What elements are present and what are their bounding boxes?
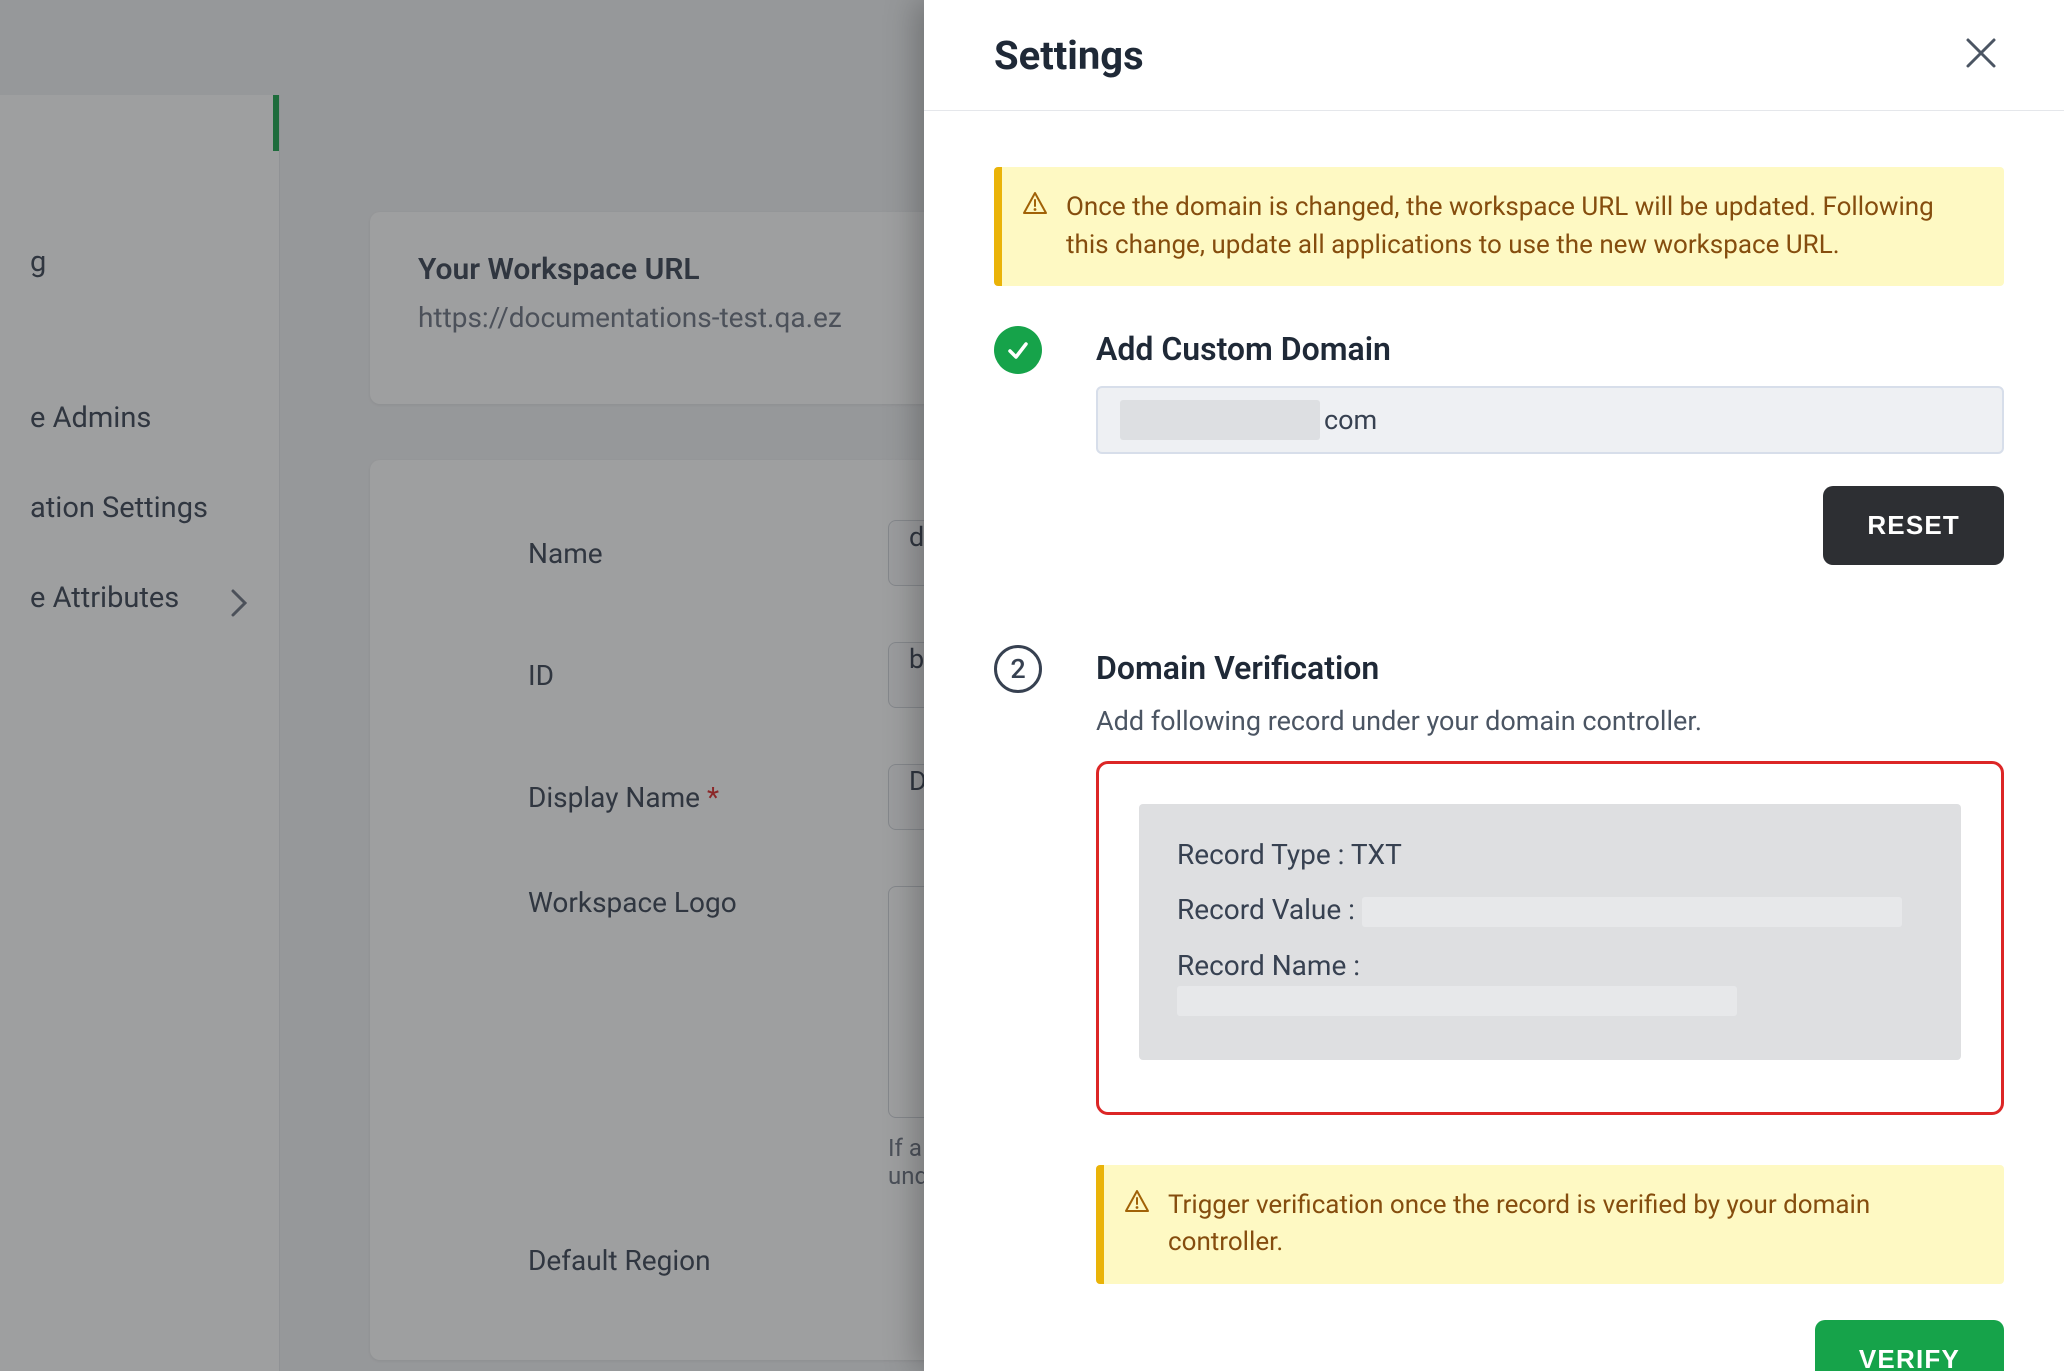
record-type-value: TXT xyxy=(1351,838,1402,871)
verification-trigger-warning: Trigger verification once the record is … xyxy=(1096,1165,2004,1284)
record-type-row: Record Type : TXT xyxy=(1177,838,1923,871)
step-1-title: Add Custom Domain xyxy=(1096,326,2004,368)
domain-suffix: com xyxy=(1324,404,1377,436)
verify-button[interactable]: VERIFY xyxy=(1815,1320,2004,1371)
verification-trigger-warning-text: Trigger verification once the record is … xyxy=(1168,1187,1978,1262)
step-2: 2 Domain Verification Add following reco… xyxy=(994,645,2004,1142)
domain-change-warning-text: Once the domain is changed, the workspac… xyxy=(1066,189,1978,264)
warning-icon xyxy=(1022,191,1048,229)
step-2-title: Domain Verification xyxy=(1096,645,2004,687)
panel-title: Settings xyxy=(994,32,1144,79)
record-name-label: Record Name : xyxy=(1177,949,1360,982)
dns-record-inner: Record Type : TXT Record Value : Record … xyxy=(1139,804,1961,1059)
record-name-row: Record Name : xyxy=(1177,949,1923,1016)
panel-body: Once the domain is changed, the workspac… xyxy=(924,111,2064,1371)
panel-header: Settings xyxy=(924,0,2064,111)
record-name-redacted xyxy=(1177,986,1737,1016)
check-icon xyxy=(1005,337,1031,363)
domain-change-warning: Once the domain is changed, the workspac… xyxy=(994,167,2004,286)
dns-record-box: Record Type : TXT Record Value : Record … xyxy=(1096,761,2004,1114)
settings-panel: Settings Once the domain is changed, the… xyxy=(924,0,2064,1371)
step-done-badge xyxy=(994,326,1042,374)
warning-icon xyxy=(1124,1189,1150,1227)
close-button[interactable] xyxy=(1958,30,2004,80)
step-1: Add Custom Domain com xyxy=(994,326,2004,454)
record-value-row: Record Value : xyxy=(1177,893,1923,927)
step-number-badge: 2 xyxy=(994,645,1042,693)
close-icon xyxy=(1964,36,1998,70)
custom-domain-input[interactable]: com xyxy=(1096,386,2004,454)
domain-redacted xyxy=(1120,400,1320,440)
record-value-redacted xyxy=(1362,897,1902,927)
reset-button[interactable]: RESET xyxy=(1823,486,2004,565)
record-value-label: Record Value : xyxy=(1177,893,1355,926)
record-type-label: Record Type : xyxy=(1177,838,1344,871)
step-2-subtitle: Add following record under your domain c… xyxy=(1096,705,2004,737)
